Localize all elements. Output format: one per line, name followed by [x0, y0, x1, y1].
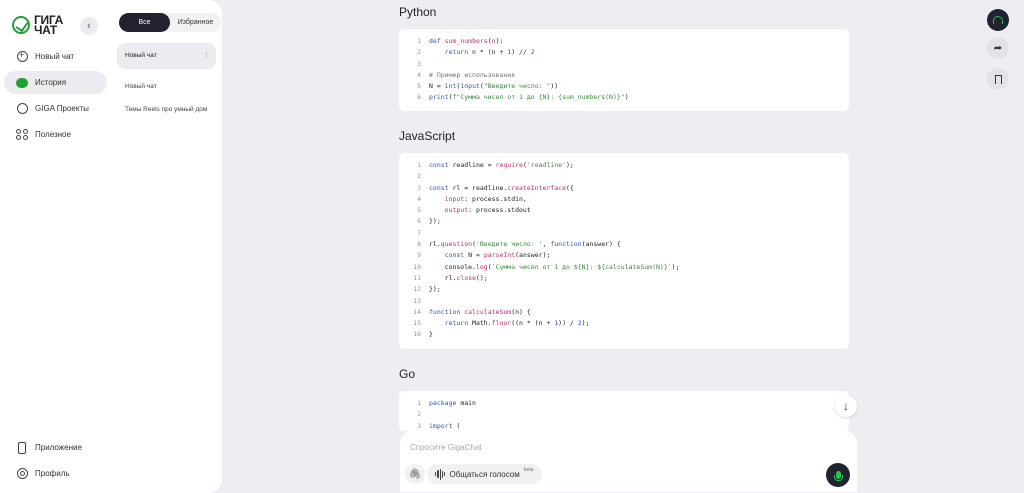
attach-button[interactable]: 🖇 — [405, 464, 425, 484]
profile-icon — [16, 468, 28, 480]
nav-new-chat[interactable]: Новый чат — [4, 45, 107, 68]
nav-useful-label: Полезное — [35, 130, 71, 139]
history-panel: Все Избранное Новый чат ⋮ Новый чат Темы… — [110, 0, 222, 493]
filter-all-button[interactable]: Все — [119, 13, 170, 32]
more-options-icon[interactable]: ⋮ — [203, 52, 210, 60]
sound-wave-icon — [435, 468, 446, 480]
headphones-icon — [993, 16, 1003, 24]
gigachat-logo[interactable]: ГИГА ЧАТ — [12, 14, 63, 36]
share-button[interactable]: ➦ — [987, 37, 1009, 59]
history-filter: Все Избранное — [119, 13, 221, 32]
nav-history-label: История — [35, 78, 67, 87]
code-block-go[interactable]: 1 package main 2 3 import ( — [399, 391, 849, 431]
chat-bubble-icon — [16, 77, 28, 89]
logo-mark-icon — [12, 16, 30, 34]
history-item-title: Новый чат — [125, 83, 157, 90]
nav-giga-projects-label: GIGA Проекты — [35, 104, 89, 113]
nav-app[interactable]: Приложение — [4, 436, 107, 459]
history-item-title: Новый чат — [125, 52, 157, 59]
history-item-title: Темы Reels про умный дом — [125, 106, 208, 113]
plus-circle-icon — [16, 50, 28, 63]
nav-profile-label: Профиль — [35, 469, 70, 478]
history-item[interactable]: Новый чат — [117, 78, 216, 96]
bookmark-icon — [994, 74, 1002, 84]
nav-history[interactable]: История — [4, 71, 107, 94]
filter-favorites-button[interactable]: Избранное — [170, 13, 221, 32]
scroll-down-button[interactable]: ↓ — [835, 395, 857, 417]
nav-profile[interactable]: Профиль — [4, 462, 107, 485]
voice-chat-button[interactable]: Общаться голосом beta — [427, 464, 542, 484]
section-title-javascript: JavaScript — [399, 129, 456, 143]
code-block-javascript[interactable]: 1 const readline = require('readline'); 2… — [399, 153, 849, 349]
message-input[interactable] — [410, 443, 790, 452]
nav-app-label: Приложение — [35, 443, 82, 452]
collapse-sidebar-button[interactable]: ‹ — [80, 17, 98, 35]
grid-icon — [16, 128, 28, 141]
beta-badge: beta — [523, 467, 534, 473]
code-block-python[interactable]: 1 def sum_numbers(n): 2 return n * (n + 1… — [399, 29, 849, 111]
phone-icon — [16, 441, 28, 454]
section-title-python: Python — [399, 5, 437, 19]
section-title-go: Go — [399, 367, 416, 381]
share-arrow-icon: ➦ — [993, 42, 1003, 54]
chevron-left-icon: ‹ — [87, 20, 91, 32]
sidebar: ГИГА ЧАТ ‹ Новый чат История GIGA Проект… — [0, 0, 222, 493]
nav-useful[interactable]: Полезное — [4, 123, 107, 146]
history-item[interactable]: Темы Reels про умный дом — [117, 101, 216, 119]
voice-chat-label: Общаться голосом — [449, 469, 520, 479]
message-composer: 🖇 Общаться голосом beta — [400, 430, 857, 492]
microphone-button[interactable] — [826, 463, 850, 487]
nav-new-chat-label: Новый чат — [35, 52, 75, 61]
history-item[interactable]: Новый чат ⋮ — [117, 43, 216, 69]
assistant-voice-button[interactable] — [987, 9, 1009, 31]
projects-icon — [16, 103, 28, 115]
primary-nav: ГИГА ЧАТ ‹ Новый чат История GIGA Проект… — [0, 0, 110, 493]
chat-area: Python 1 def sum_numbers(n): 2 return n *… — [222, 0, 1002, 493]
arrow-down-icon: ↓ — [843, 399, 849, 413]
paperclip-icon: 🖇 — [408, 468, 422, 480]
bookmark-button[interactable] — [987, 68, 1009, 90]
microphone-icon — [833, 471, 843, 481]
nav-giga-projects[interactable]: GIGA Проекты — [4, 97, 107, 120]
